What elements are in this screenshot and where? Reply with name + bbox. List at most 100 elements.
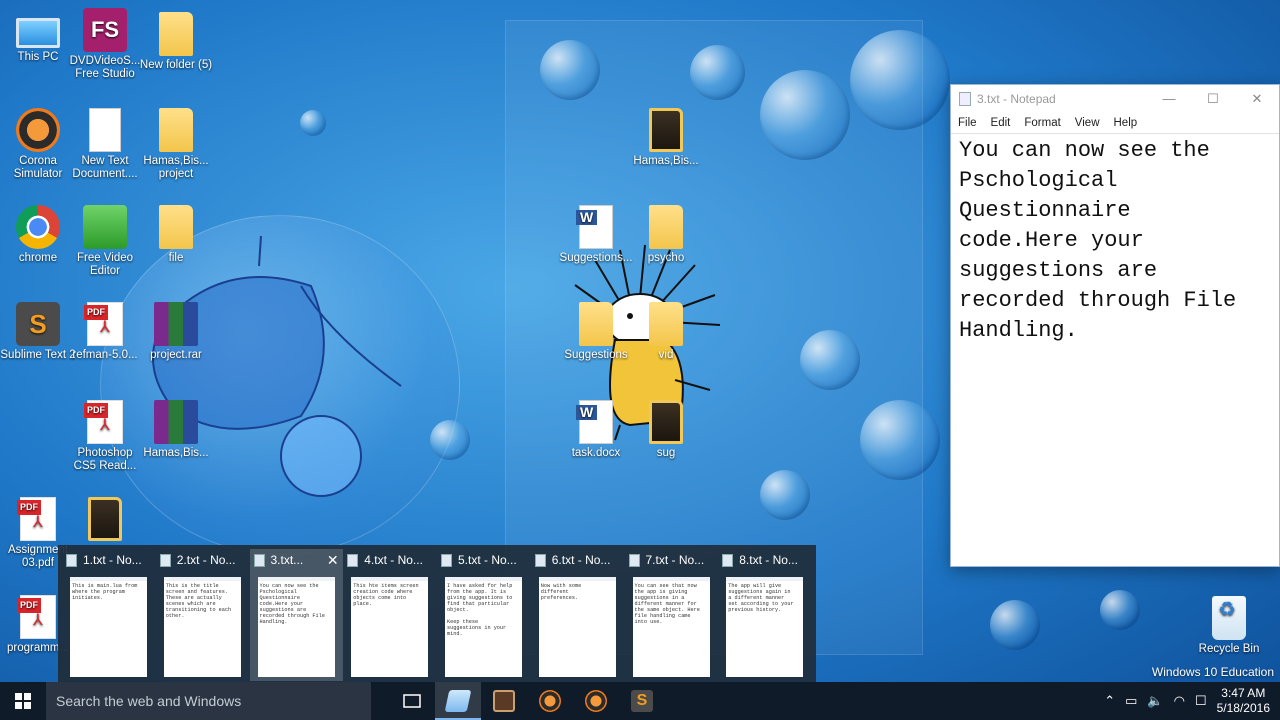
desktop-icon-label: refman-5.0... [72,349,138,361]
thumbnail-3[interactable]: 3.txt... ✕ You can now see the Pschologi… [249,549,343,681]
thumbnail-preview: The app will give suggestions again in a… [726,577,804,677]
thumbnail-label: 6.txt - No... [551,553,611,567]
thumbnail-label: 1.txt - No... [83,553,142,567]
thumbnail-1[interactable]: 1.txt - No... This is main.lua from wher… [62,549,155,681]
wallpaper-drawing [152,235,402,497]
notepad-icon [441,553,452,567]
folder-icon [159,108,193,152]
desktop-icon-hamas-project[interactable]: Hamas,Bis... project [138,108,214,181]
desktop-icon-label: sug [656,447,676,459]
desktop-icon-vid[interactable]: vid [628,302,704,362]
desktop-icon-project-rar[interactable]: project.rar [138,302,214,362]
notepad-icon [534,553,546,567]
thumbnail-7[interactable]: 7.txt - No... You can see that now the a… [625,549,718,681]
desktop-icon-suggestions-doc[interactable]: Suggestions... [558,205,634,265]
pdf-icon [17,497,56,541]
thumbnail-4[interactable]: 4.txt - No... This hte items screen crea… [343,549,436,681]
notepad-icon [722,553,734,567]
corona-icon [585,690,607,712]
task-view-button[interactable] [389,682,435,720]
desktop-icon-label: Free Video Editor [76,252,134,277]
water-drop [850,30,950,130]
thumbnail-label: 3.txt... [270,553,304,567]
desktop-icon-hamas-center[interactable]: Hamas,Bis... [628,108,704,168]
pdf-icon [84,302,123,346]
notifications-icon[interactable]: ☐ [1195,693,1207,709]
desktop-icon-recycle-bin[interactable]: Recycle Bin [1191,596,1267,656]
menu-edit[interactable]: Edit [991,117,1011,129]
notepad-text-area[interactable]: You can now see the Pschological Questio… [951,133,1279,553]
water-drop [760,70,850,160]
notepad-menubar: File Edit Format View Help [951,113,1279,133]
desktop-icon-label: task.docx [571,447,621,459]
close-icon[interactable]: ✕ [1235,91,1279,107]
thumbnail-preview: Now with some different preferences. [538,577,616,677]
desktop-icon-new-text-document[interactable]: New Text Document.... [67,108,143,181]
menu-help[interactable]: Help [1114,117,1138,129]
desktop-icon-suggestions-folder[interactable]: Suggestions [558,302,634,362]
taskbar-corona-1[interactable] [527,682,573,720]
folder-icon [649,302,683,346]
notepad-titlebar[interactable]: 3.txt - Notepad — ☐ ✕ [951,85,1279,113]
search-box[interactable]: Search the web and Windows [46,682,371,720]
desktop-icon-sublime[interactable]: S Sublime Text 2 [0,302,76,362]
taskbar-photos[interactable] [481,682,527,720]
taskbar-sublime[interactable]: S [619,682,665,720]
notepad-icon [347,553,359,567]
taskbar-notepad[interactable] [435,682,481,720]
desktop-icon-new-folder-5[interactable]: New folder (5) [138,12,214,72]
menu-file[interactable]: File [958,117,977,129]
sublime-icon: S [16,302,60,346]
desktop-icon-label: Hamas,Bis... [143,447,209,459]
desktop-icon-free-video-editor[interactable]: Free Video Editor [67,205,143,278]
thumbnail-2[interactable]: 2.txt - No... This is the title screen a… [156,549,249,681]
desktop-icon-sug[interactable]: sug [628,400,704,460]
desktop-icon-this-pc[interactable]: This PC [0,10,76,64]
thumbnail-label: 2.txt - No... [176,553,236,567]
desktop-icon-label: project.rar [150,349,202,361]
thumbnail-label: 7.txt - No... [645,553,705,567]
desktop-icon-label: vid [658,349,674,361]
desktop-icon-psycho[interactable]: psycho [628,205,704,265]
desktop-icon-hamas-rar[interactable]: Hamas,Bis... [138,400,214,460]
desktop-icon-dvdvideosoft[interactable]: FS DVDVideoS... Free Studio [67,8,143,81]
battery-icon[interactable]: ▭ [1125,693,1137,709]
minimize-icon[interactable]: — [1147,91,1191,107]
menu-format[interactable]: Format [1024,117,1060,129]
taskbar: Search the web and Windows S ⌃ ▭ 🔈 ◠ ☐ 3… [0,682,1280,720]
desktop-icon-dark-folder[interactable] [67,497,143,544]
corona-icon [16,108,60,152]
system-tray: ⌃ ▭ 🔈 ◠ ☐ 3:47 AM 5/18/2016 [1104,686,1280,716]
desktop-icon-file[interactable]: file [138,205,214,265]
desktop-icon-photoshop-readme[interactable]: Photoshop CS5 Read... [67,400,143,473]
folder-icon [579,302,613,346]
thumbnail-label: 8.txt - No... [739,553,798,567]
notepad-icon [444,690,472,712]
desktop-icon-label: psycho [647,252,685,264]
water-drop [430,420,470,460]
desktop-icon-refman[interactable]: refman-5.0... [67,302,143,362]
thumbnail-5[interactable]: 5.txt - No... I have asked for help from… [437,549,530,681]
menu-view[interactable]: View [1075,117,1100,129]
clock-date: 5/18/2016 [1216,701,1270,715]
wifi-icon[interactable]: ◠ [1174,693,1185,709]
taskbar-corona-2[interactable] [573,682,619,720]
pdf-icon [84,400,123,444]
desktop-icon-chrome[interactable]: chrome [0,205,76,265]
chevron-up-icon[interactable]: ⌃ [1104,693,1115,709]
thumbnail-8[interactable]: 8.txt - No... The app will give suggesti… [718,549,811,681]
volume-icon[interactable]: 🔈 [1147,693,1163,709]
photos-icon [493,690,515,712]
thumbnail-6[interactable]: 6.txt - No... Now with some different pr… [531,549,624,681]
desktop-icon-label: DVDVideoS... Free Studio [69,55,141,80]
desktop-icon-label: file [168,252,184,264]
desktop-icon-corona[interactable]: Corona Simulator [0,108,76,181]
notepad-window[interactable]: 3.txt - Notepad — ☐ ✕ File Edit Format V… [950,84,1280,567]
start-button[interactable] [0,682,46,720]
clock[interactable]: 3:47 AM 5/18/2016 [1217,686,1270,716]
desktop-icon-task-docx[interactable]: task.docx [558,400,634,460]
taskbar-thumbnail-strip: 1.txt - No... This is main.lua from wher… [58,545,816,682]
close-icon[interactable]: ✕ [327,552,339,569]
water-drop [760,470,810,520]
maximize-icon[interactable]: ☐ [1191,91,1235,107]
